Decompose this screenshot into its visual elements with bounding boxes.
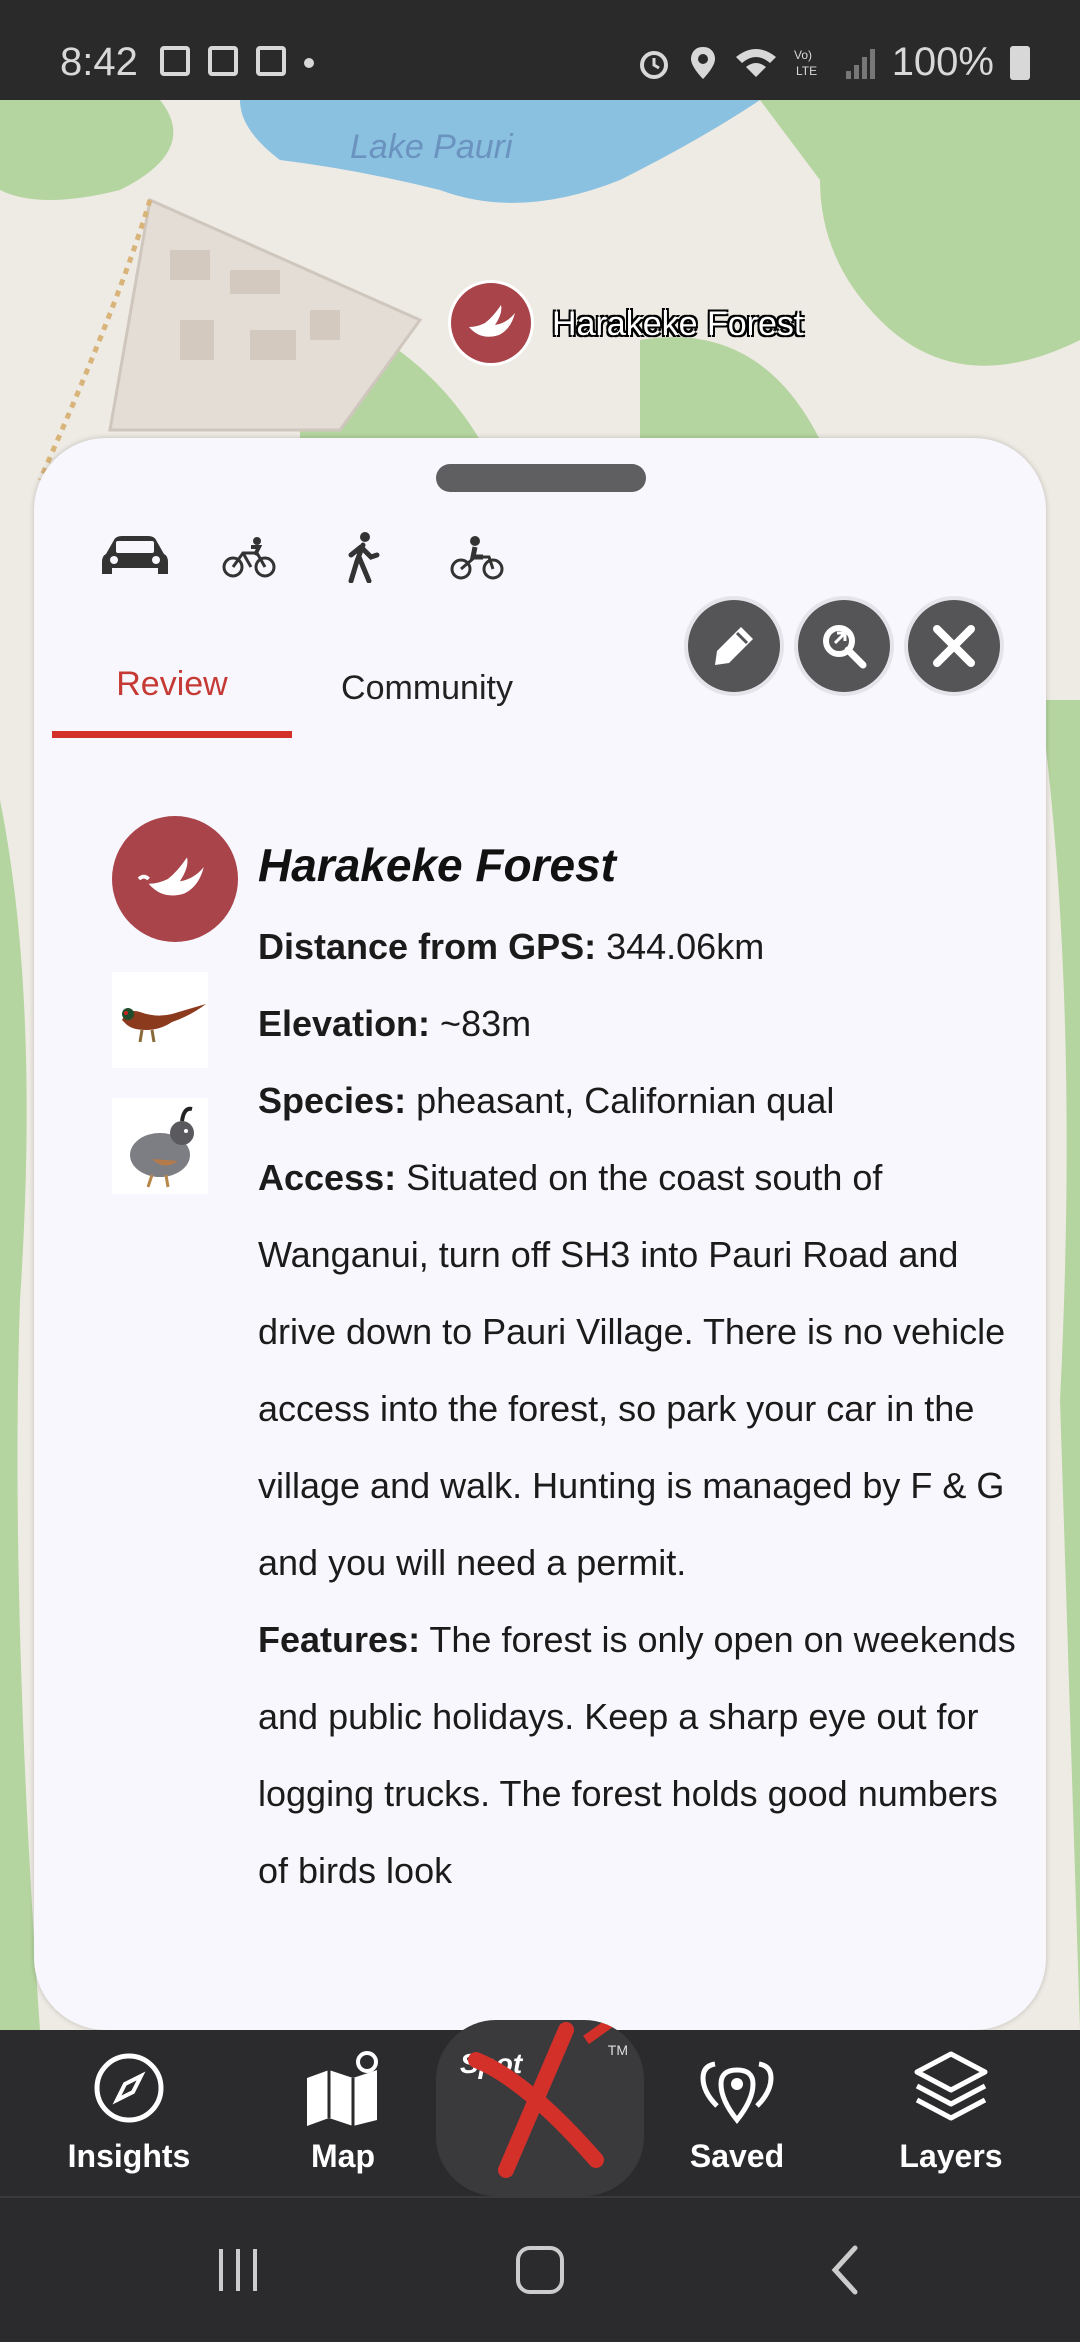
site-map-pin[interactable] (448, 280, 534, 366)
transport-mode-row (100, 522, 512, 592)
quail-icon (112, 1098, 208, 1194)
recents-button[interactable] (210, 2238, 266, 2302)
pheasant-icon (112, 972, 208, 1068)
back-button[interactable] (820, 2238, 870, 2302)
alarm-icon (639, 50, 668, 79)
access-label: Access: (258, 1157, 397, 1198)
distance-row: Distance from GPS: 344.06km (258, 908, 1018, 985)
system-status: Vo) LTE 100% (636, 40, 1030, 85)
status-bar: 8:42 Vo) LTE 100% (0, 0, 1080, 100)
red-x-icon (468, 2020, 617, 2178)
elevation-value: ~83m (430, 1003, 532, 1044)
tab-community[interactable]: Community (292, 638, 562, 738)
distance-label: Distance from GPS: (258, 926, 597, 967)
species-row: Species: pheasant, Californian qual (258, 1062, 1018, 1139)
spotx-logo-button[interactable]: Spot TM (436, 2020, 644, 2196)
nav-saved[interactable]: Saved (652, 2046, 822, 2175)
edit-button[interactable] (688, 600, 780, 692)
access-value: Situated on the coast south of Wanganui,… (258, 1157, 1006, 1583)
nav-map-label: Map (311, 2138, 375, 2174)
battery-percent: 100% (891, 40, 994, 84)
bottom-nav: Insights Map Spot TM Saved Layers (0, 2020, 1080, 2196)
system-navigation-bar (0, 2196, 1080, 2342)
site-detail-sheet: Review Community Harakeke Forest Distanc… (34, 438, 1046, 2030)
compass-icon (87, 2046, 171, 2130)
wifi-icon (735, 48, 776, 77)
nav-insights-label: Insights (67, 2138, 191, 2174)
sheet-tabs: Review Community (52, 638, 562, 738)
navigate-button[interactable] (798, 600, 890, 692)
status-time: 8:42 (60, 40, 138, 84)
walk-icon[interactable] (328, 522, 398, 592)
nav-layers[interactable]: Layers (866, 2046, 1036, 2175)
map-icon (301, 2046, 385, 2130)
site-details: Distance from GPS: 344.06km Elevation: ~… (258, 908, 1018, 1909)
nav-saved-label: Saved (689, 2138, 785, 2174)
svg-text:LTE: LTE (796, 64, 817, 78)
saved-pins-icon (695, 2046, 779, 2130)
close-button[interactable] (908, 600, 1000, 692)
site-avatar (112, 816, 238, 942)
edit-icon (715, 627, 753, 665)
gmail-icon (256, 46, 286, 76)
tab-review[interactable]: Review (52, 638, 292, 738)
layers-icon (909, 2046, 993, 2130)
more-notifications-icon (304, 58, 314, 68)
notification-icons (160, 46, 314, 76)
sheet-drag-handle[interactable] (436, 464, 646, 492)
navigate-icon (823, 625, 867, 669)
location-icon (690, 46, 715, 79)
bird-icon (469, 305, 515, 337)
home-icon (516, 2246, 564, 2294)
nav-map[interactable]: Map (258, 2046, 428, 2175)
site-map-pin-label: Harakeke Forest (552, 305, 804, 343)
map-lake-label: Lake Pauri (350, 128, 513, 166)
volte-icon: Vo) LTE (794, 48, 817, 78)
site-title: Harakeke Forest (258, 839, 616, 891)
nav-insights[interactable]: Insights (44, 2046, 214, 2175)
voicemail-icon (208, 46, 238, 76)
recents-icon (219, 2249, 257, 2291)
svg-text:Vo): Vo) (794, 48, 812, 62)
close-icon (933, 625, 975, 667)
bicycle-icon[interactable] (214, 522, 284, 592)
motorbike-icon[interactable] (442, 522, 512, 592)
access-row: Access: Situated on the coast south of W… (258, 1139, 1018, 1601)
species-value: pheasant, Californian qual (406, 1080, 835, 1121)
elevation-row: Elevation: ~83m (258, 985, 1018, 1062)
bird-icon (137, 857, 204, 896)
home-button[interactable] (510, 2238, 570, 2302)
features-row: Features: The forest is only open on wee… (258, 1601, 1018, 1909)
back-icon (831, 2245, 858, 2295)
sheet-action-buttons (688, 600, 1000, 692)
features-label: Features: (258, 1619, 421, 1660)
signal-icon (845, 48, 875, 79)
car-icon[interactable] (100, 522, 170, 592)
elevation-label: Elevation: (258, 1003, 431, 1044)
battery-icon (1010, 45, 1030, 80)
distance-value: 344.06km (596, 926, 765, 967)
image-icon (160, 46, 190, 76)
nav-layers-label: Layers (899, 2138, 1003, 2174)
species-label: Species: (258, 1080, 407, 1121)
